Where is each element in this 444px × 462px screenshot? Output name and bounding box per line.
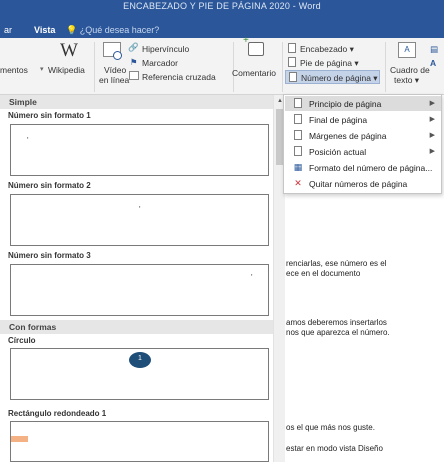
header-icon	[288, 43, 296, 55]
gallery-item-sin-formato-1[interactable]: '	[10, 124, 269, 176]
footer-icon	[288, 57, 296, 69]
scroll-thumb[interactable]	[276, 109, 283, 165]
bookmark-icon: ⚑	[130, 57, 138, 67]
gallery-item-circulo[interactable]: 1	[10, 348, 269, 400]
tell-me-text: ¿Qué desea hacer?	[79, 25, 160, 35]
title-bar: ENCABEZADO Y PIE DE PÁGINA 2020 - Word	[0, 0, 444, 22]
link-icon: 🔗	[128, 42, 139, 52]
video-button-line2[interactable]: en línea	[99, 75, 129, 85]
ribbon: mentos ▾ W Wikipedia Vídeo en línea 🔗 Hi…	[0, 35, 444, 95]
page-number-menu: Principio de página ▶ Final de página ▶ …	[283, 94, 442, 194]
gallery-label: Rectángulo redondeado 1	[8, 409, 107, 418]
page-number-gallery: Simple Número sin formato 1 ' Número sin…	[0, 95, 286, 462]
menu-item-posicion-actual[interactable]: Posición actual ▶	[285, 144, 441, 159]
menu-item-label: Formato del número de página...	[309, 163, 433, 173]
gallery-item-sin-formato-2[interactable]: '	[10, 194, 269, 246]
menu-item-label: Principio de página	[309, 99, 382, 109]
encabezado-button[interactable]: Encabezado ▾	[300, 44, 354, 55]
video-icon[interactable]	[103, 42, 122, 60]
tab-ar[interactable]: ar	[4, 25, 12, 35]
gallery-label: Número sin formato 3	[8, 251, 91, 260]
divider	[385, 42, 386, 92]
document-text: estar en modo vista Diseño	[286, 444, 383, 453]
format-number-icon: ▦	[293, 162, 303, 172]
text-box-icon[interactable]: A	[398, 42, 416, 58]
menu-item-formato-numero[interactable]: ▦ Formato del número de página...	[285, 160, 441, 175]
menu-item-label: Posición actual	[309, 147, 367, 157]
document-text: renciarlas, ese número es el	[286, 259, 387, 268]
page-margins-icon	[293, 130, 303, 140]
cross-reference-icon	[129, 71, 139, 80]
referencia-cruzada-button[interactable]: Referencia cruzada	[142, 72, 216, 82]
chevron-right-icon: ▶	[429, 132, 435, 139]
document-text: os el que más nos guste.	[286, 423, 375, 432]
cuadro-de-texto-line2[interactable]: texto ▾	[394, 75, 419, 86]
lightbulb-icon: 💡	[66, 25, 78, 35]
chevron-right-icon: ▶	[429, 148, 435, 155]
pie-de-pagina-button[interactable]: Pie de página ▾	[300, 58, 359, 69]
ribbon-tab-bar: ar Vista 💡 ¿Qué desea hacer?	[0, 22, 444, 38]
menu-item-quitar-numeros[interactable]: ✕ Quitar números de página	[285, 176, 441, 191]
cuadro-de-texto-line1[interactable]: Cuadro de	[390, 65, 430, 75]
menu-item-label: Márgenes de página	[309, 131, 387, 141]
remove-icon: ✕	[294, 178, 302, 188]
numero-de-pagina-button[interactable]: Número de página ▾	[285, 70, 380, 84]
menu-item-margenes-de-pagina[interactable]: Márgenes de página ▶	[285, 128, 441, 143]
video-button-line1[interactable]: Vídeo	[104, 65, 126, 75]
document-text: ece en el documento	[286, 269, 361, 278]
section-header-con-formas: Con formas	[0, 320, 273, 334]
page-number-sample: 1	[138, 355, 142, 362]
current-position-icon	[293, 146, 303, 156]
divider	[233, 42, 234, 92]
chevron-right-icon: ▶	[429, 116, 435, 123]
chevron-down-icon: ▾	[40, 66, 44, 73]
numero-de-pagina-label: Número de página ▾	[301, 73, 378, 83]
document-text: nos que aparezca el número.	[286, 328, 390, 337]
wikipedia-icon[interactable]: W	[60, 40, 78, 62]
menu-item-label: Quitar números de página	[309, 179, 408, 189]
comment-icon[interactable]: +	[243, 35, 264, 56]
menu-item-final-de-pagina[interactable]: Final de página ▶	[285, 112, 441, 127]
page-bottom-icon	[293, 114, 303, 124]
gallery-label: Círculo	[8, 336, 36, 345]
page-number-sample: '	[251, 273, 253, 282]
menu-item-label: Final de página	[309, 115, 368, 125]
page-number-sample: '	[27, 136, 29, 145]
wordart-icon[interactable]: A	[430, 58, 436, 68]
divider	[94, 42, 95, 92]
comentarios-group-label[interactable]: mentos	[0, 65, 28, 75]
menu-item-principio-de-pagina[interactable]: Principio de página ▶	[285, 96, 441, 111]
marcador-button[interactable]: Marcador	[142, 58, 178, 68]
quick-parts-icon[interactable]: ▤	[430, 44, 438, 55]
gallery-label: Número sin formato 2	[8, 181, 91, 190]
page-number-icon	[289, 72, 297, 84]
gallery-label: Número sin formato 1	[8, 111, 91, 120]
wikipedia-button[interactable]: Wikipedia	[48, 65, 85, 75]
gallery-item-sin-formato-3[interactable]: '	[10, 264, 269, 316]
document-text: amos deberemos insertarlos	[286, 318, 387, 327]
window-title: ENCABEZADO Y PIE DE PÁGINA 2020 - Word	[123, 1, 321, 11]
divider	[282, 42, 283, 92]
hipervinculo-button[interactable]: Hipervínculo	[142, 44, 189, 54]
tab-vista[interactable]: Vista	[34, 25, 55, 35]
page-top-icon	[293, 98, 303, 108]
rounded-rect-shape	[11, 436, 28, 442]
section-header-simple: Simple	[0, 95, 273, 109]
chevron-right-icon: ▶	[429, 100, 435, 107]
circle-shape: 1	[129, 352, 151, 368]
comentario-button[interactable]: Comentario	[232, 68, 276, 78]
page-number-sample: '	[139, 205, 141, 214]
tell-me-search[interactable]: 💡 ¿Qué desea hacer?	[66, 25, 159, 36]
gallery-item-rectangulo-redondeado[interactable]	[10, 421, 269, 462]
